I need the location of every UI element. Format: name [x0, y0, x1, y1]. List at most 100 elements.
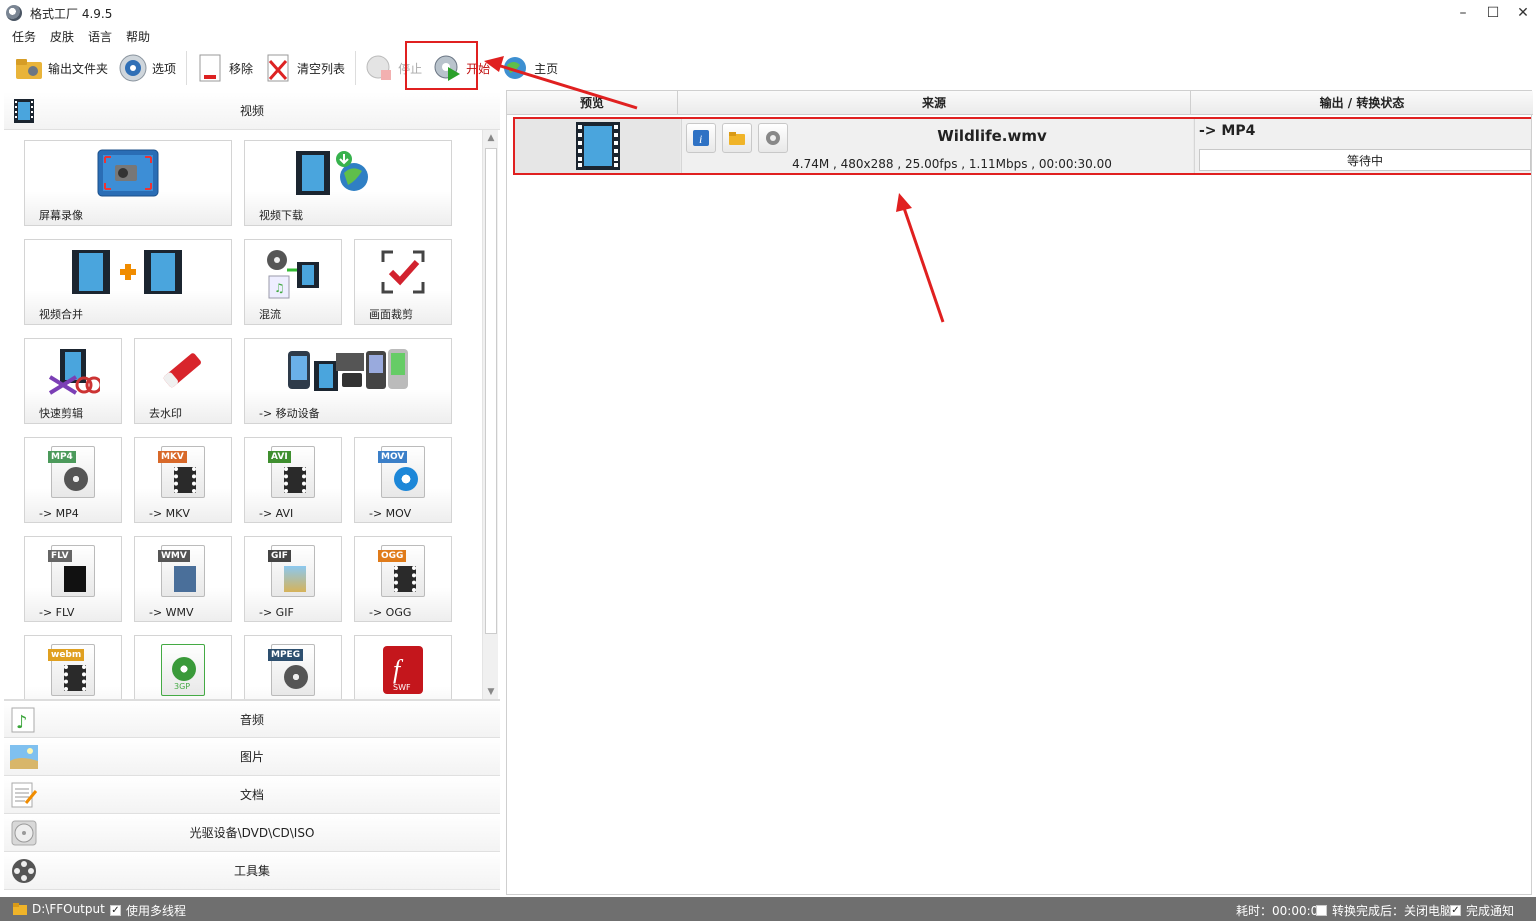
- eraser-icon: [159, 347, 207, 398]
- output-settings-button[interactable]: [758, 123, 788, 153]
- task-preview: [515, 119, 680, 173]
- svg-text:i: i: [699, 132, 702, 146]
- tile-to-avi[interactable]: AVI -> AVI: [244, 437, 342, 523]
- tile-screen-record[interactable]: 屏幕录像: [24, 140, 232, 226]
- menu-task[interactable]: 任务: [12, 28, 36, 45]
- toolbar-separator: [186, 51, 188, 85]
- scroll-thumb[interactable]: [485, 148, 497, 634]
- video-download-icon: [292, 149, 372, 200]
- tile-to-mp4[interactable]: MP4 -> MP4: [24, 437, 122, 523]
- document-icon: [10, 781, 38, 809]
- tile-to-mkv[interactable]: MKV -> MKV: [134, 437, 232, 523]
- task-source: i Wildlife.wmv 4.74M , 480x288 , 25.00fp…: [681, 119, 1193, 173]
- remove-doc-icon: [195, 53, 225, 83]
- mov-file-icon: MOV: [378, 446, 425, 498]
- toolbar: 输出文件夹 选项 移除 清空列表 停止 开始 主页: [0, 48, 1536, 88]
- folder-icon: [729, 132, 745, 145]
- open-folder-button[interactable]: [722, 123, 752, 153]
- start-highlight-box: [405, 41, 478, 90]
- maximize-button[interactable]: ☐: [1478, 0, 1508, 26]
- category-disc[interactable]: 光驱设备\DVD\CD\ISO: [4, 814, 500, 852]
- category-toolbox[interactable]: 工具集: [4, 852, 500, 890]
- tile-video-merge[interactable]: 视频合并: [24, 239, 232, 325]
- folder-icon: [13, 903, 27, 915]
- home-globe-icon: [500, 53, 530, 83]
- notify-checkbox[interactable]: ✓ 完成通知: [1450, 902, 1514, 919]
- column-header-output[interactable]: 输出 / 转换状态: [1191, 91, 1533, 115]
- remove-button[interactable]: 移除: [195, 50, 253, 86]
- ogg-file-icon: OGG: [378, 545, 425, 597]
- minimize-button[interactable]: –: [1448, 0, 1478, 26]
- tile-to-wmv[interactable]: WMV -> WMV: [134, 536, 232, 622]
- toolbar-separator: [355, 51, 357, 85]
- file-info-button[interactable]: i: [686, 123, 716, 153]
- category-image[interactable]: 图片: [4, 738, 500, 776]
- close-button[interactable]: ✕: [1508, 0, 1536, 26]
- column-header-preview[interactable]: 预览: [507, 91, 678, 115]
- tile-to-mov[interactable]: MOV -> MOV: [354, 437, 452, 523]
- task-file-info: 4.74M , 480x288 , 25.00fps , 1.11Mbps , …: [792, 157, 1112, 171]
- checkbox-checked-icon: ✓: [1450, 905, 1461, 916]
- menu-skin[interactable]: 皮肤: [50, 28, 74, 45]
- left-panel: 视频 屏幕录像 视频下载 视频合并 ♫ 混流 画面裁剪 快速剪辑 去水印 -> …: [4, 92, 500, 895]
- tile-to-mpeg[interactable]: MPEG: [244, 635, 342, 699]
- tile-to-3gp[interactable]: 3GP: [134, 635, 232, 699]
- tile-remove-watermark[interactable]: 去水印: [134, 338, 232, 424]
- category-audio[interactable]: ♪ 音频: [4, 700, 500, 738]
- tile-to-gif[interactable]: GIF -> GIF: [244, 536, 342, 622]
- tile-video-download[interactable]: 视频下载: [244, 140, 452, 226]
- avi-file-icon: AVI: [268, 446, 315, 498]
- status-bar: D:\FFOutput ✓ 使用多线程 耗时：00:00:00 转换完成后：关闭…: [0, 897, 1536, 921]
- category-document[interactable]: 文档: [4, 776, 500, 814]
- tile-to-flv[interactable]: FLV -> FLV: [24, 536, 122, 622]
- menu-bar: 任务 皮肤 语言 帮助: [0, 26, 164, 46]
- tools-scrollbar[interactable]: ▲ ▼: [482, 130, 499, 699]
- stop-icon: [364, 53, 394, 83]
- menu-help[interactable]: 帮助: [126, 28, 150, 45]
- mpeg-file-icon: MPEG: [268, 644, 315, 696]
- task-row[interactable]: i Wildlife.wmv 4.74M , 480x288 , 25.00fp…: [513, 117, 1531, 175]
- options-button[interactable]: 选项: [118, 50, 176, 86]
- video-film-icon: [10, 97, 38, 125]
- home-button[interactable]: 主页: [500, 50, 558, 86]
- app-icon: [6, 5, 22, 21]
- column-header-source[interactable]: 来源: [678, 91, 1191, 115]
- scroll-up-arrow[interactable]: ▲: [483, 130, 499, 146]
- screen-record-icon: [97, 149, 159, 202]
- film-reel-icon: [10, 857, 38, 885]
- output-folder-button[interactable]: 输出文件夹: [14, 50, 108, 86]
- output-path[interactable]: D:\FFOutput: [12, 902, 105, 916]
- task-status-indicator[interactable]: 等待中: [1199, 149, 1531, 171]
- 3gp-file-icon: 3GP: [161, 644, 205, 696]
- tile-to-webm[interactable]: webm: [24, 635, 122, 699]
- category-video[interactable]: 视频: [4, 92, 500, 130]
- checkbox-checked-icon: ✓: [110, 905, 121, 916]
- svg-text:♪: ♪: [16, 712, 28, 733]
- quick-clip-icon: [46, 347, 103, 400]
- task-list-panel: 预览 来源 输出 / 转换状态 i Wildlife.wmv 4.74M , 4…: [506, 90, 1533, 895]
- tile-to-ogg[interactable]: OGG -> OGG: [354, 536, 452, 622]
- multithread-checkbox[interactable]: ✓ 使用多线程: [110, 902, 186, 919]
- svg-text:SWF: SWF: [393, 683, 411, 692]
- webm-file-icon: webm: [48, 644, 95, 696]
- shutdown-after-checkbox[interactable]: 转换完成后：关闭电脑: [1316, 902, 1452, 919]
- video-tools-grid: 屏幕录像 视频下载 视频合并 ♫ 混流 画面裁剪 快速剪辑 去水印 -> 移动设…: [4, 130, 500, 700]
- music-note-icon: ♪: [10, 706, 38, 734]
- gif-file-icon: GIF: [268, 545, 315, 597]
- scroll-down-arrow[interactable]: ▼: [483, 684, 499, 699]
- title-bar: 格式工厂 4.9.5 – ☐ ✕: [0, 0, 1536, 26]
- elapsed-time: 耗时：00:00:00: [1236, 904, 1326, 918]
- tile-mux[interactable]: ♫ 混流: [244, 239, 342, 325]
- crop-check-icon: [379, 248, 427, 299]
- tile-crop[interactable]: 画面裁剪: [354, 239, 452, 325]
- folder-icon: [14, 53, 44, 83]
- tile-mobile-device[interactable]: -> 移动设备: [244, 338, 452, 424]
- disc-drive-icon: [10, 819, 38, 847]
- picture-icon: [10, 743, 38, 771]
- menu-language[interactable]: 语言: [88, 28, 112, 45]
- tile-to-swf[interactable]: f SWF: [354, 635, 452, 699]
- svg-text:♫: ♫: [274, 281, 285, 295]
- video-merge-icon: [70, 248, 186, 299]
- clear-list-button[interactable]: 清空列表: [263, 50, 345, 86]
- tile-quick-clip[interactable]: 快速剪辑: [24, 338, 122, 424]
